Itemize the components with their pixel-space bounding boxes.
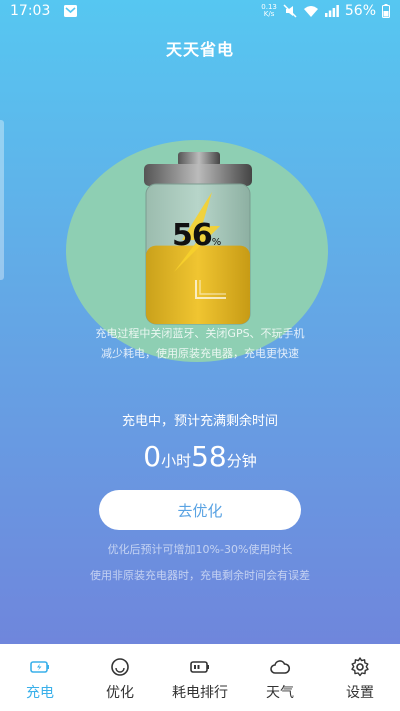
battery-top-ring: [144, 164, 252, 186]
tip-line-1: 充电过程中关闭蓝牙、关闭GPS、不玩手机: [95, 327, 305, 340]
mute-icon: [283, 4, 297, 18]
charging-screen: 17:03 0.13 K/s 56% 天天省电 56% 充电过程中关闭蓝牙、关闭…: [0, 0, 400, 644]
optimize-icon: [111, 658, 129, 676]
tab-weather[interactable]: 天气: [240, 644, 320, 711]
battery-charging-icon: [30, 661, 49, 673]
message-icon: [64, 5, 77, 17]
tip-line-2: 减少耗电，使用原装充电器，充电更快速: [101, 347, 299, 360]
net-speed-unit: K/s: [263, 10, 275, 18]
cloud-icon: [270, 660, 291, 674]
battery-percent: 56%: [172, 218, 221, 253]
charging-status: 充电中，预计充满剩余时间: [121, 414, 278, 429]
status-bar: 17:03 0.13 K/s 56%: [0, 0, 400, 24]
tab-label: 充电: [26, 685, 54, 701]
bottom-tab-bar: 充电 优化 耗电排行 天气 设置: [0, 644, 400, 711]
battery-cap: [178, 152, 220, 166]
tab-label: 耗电排行: [172, 685, 228, 701]
wifi-icon: [303, 5, 318, 17]
tab-charging[interactable]: 充电: [0, 644, 80, 711]
status-right: 0.13 K/s 56%: [261, 3, 390, 19]
battery-percent-value: 56: [172, 218, 213, 253]
remaining-minutes: 58: [191, 440, 227, 473]
hours-unit: 小时: [161, 452, 192, 470]
tab-settings[interactable]: 设置: [320, 644, 400, 711]
tab-battery-rank[interactable]: 耗电排行: [160, 644, 240, 711]
note-line-1: 优化后预计可增加10%-30%使用时长: [107, 543, 293, 556]
net-speed: 0.13 K/s: [261, 4, 277, 18]
status-battery-text: 56%: [344, 3, 376, 19]
battery-status-icon: [382, 4, 390, 18]
battery-rank-icon: [190, 661, 209, 673]
gear-icon: [351, 657, 369, 677]
tab-label: 天气: [266, 685, 294, 701]
remaining-hours: 0: [143, 440, 162, 473]
side-drawer-handle[interactable]: [0, 120, 4, 280]
note-line-2: 使用非原装充电器时，充电剩余时间会有误差: [90, 569, 310, 582]
minutes-unit: 分钟: [226, 452, 257, 470]
optimize-button[interactable]: 去优化: [99, 490, 301, 530]
tab-optimize[interactable]: 优化: [80, 644, 160, 711]
signal-icon: [324, 5, 339, 17]
tab-label: 优化: [106, 685, 134, 701]
tab-label: 设置: [346, 685, 374, 701]
status-time: 17:03: [10, 3, 51, 19]
remaining-time: 0小时58分钟: [0, 440, 400, 473]
battery-fill: [146, 245, 250, 324]
app-title: 天天省电: [165, 40, 234, 59]
battery-percent-sign: %: [211, 237, 221, 248]
